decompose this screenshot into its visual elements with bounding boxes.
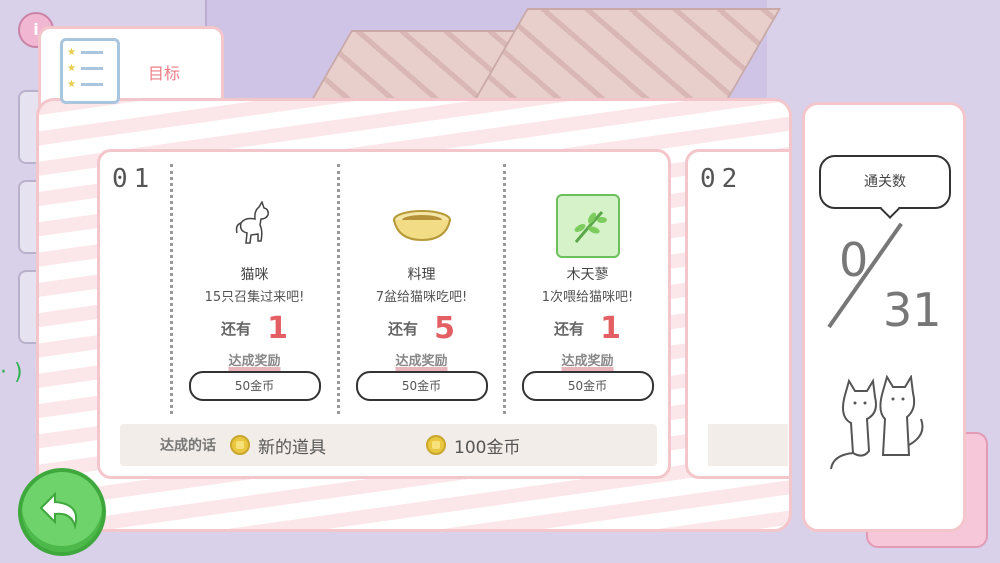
clear-count-total: 31 — [883, 283, 942, 337]
completion-bonus-bar: 达成的话 新的道具 100金币 — [120, 424, 657, 466]
item-name: 料理 — [407, 267, 436, 283]
remaining-count: 1 — [267, 311, 288, 346]
coin-icon — [230, 435, 250, 455]
reward-value: 50金币 — [521, 371, 654, 401]
food-bowl-icon — [390, 194, 454, 258]
reward-label: 达成奖励 — [395, 354, 448, 369]
reward-label: 达成奖励 — [561, 354, 614, 369]
background-decoration: · ) — [0, 360, 23, 385]
goal-card-02[interactable]: 02 — [685, 149, 789, 479]
remaining-label: 还有 — [388, 320, 419, 338]
goal-tab-title: 目标 — [148, 64, 181, 83]
bonus-item: 新的道具 — [258, 437, 326, 458]
completion-bonus-bar — [708, 424, 788, 466]
clear-count-panel: 通关数 0 31 — [802, 102, 966, 532]
goal-item: 料理 7盆给猫咪吃吧! 还有 5 达成奖励 50金币 — [339, 164, 504, 414]
goal-card-01: 01 猫咪 15只召集过来吧! 还有 1 达成奖励 50金币 料理 7盆给猫咪吃… — [97, 149, 671, 479]
goals-panel: 01 猫咪 15只召集过来吧! 还有 1 达成奖励 50金币 料理 7盆给猫咪吃… — [36, 98, 792, 532]
background-floor-tile — [472, 8, 782, 102]
clear-count-label: 通关数 — [819, 155, 951, 209]
item-name: 木天蓼 — [566, 267, 609, 283]
item-description: 7盆给猫咪吃吧! — [375, 290, 468, 305]
bonus-coins: 100金币 — [454, 437, 521, 458]
coin-icon — [426, 435, 446, 455]
checklist-icon: ★ ★ ★ — [60, 38, 120, 104]
reward-value: 50金币 — [355, 371, 488, 401]
goal-item: 木天蓼 1次喂给猫咪吧! 还有 1 达成奖励 50金币 — [505, 164, 670, 414]
goal-item: 猫咪 15只召集过来吧! 还有 1 达成奖励 50金币 — [172, 164, 337, 414]
remaining-label: 还有 — [221, 320, 252, 338]
item-description: 15只召集过来吧! — [204, 290, 305, 305]
bonus-label: 达成的话 — [160, 438, 216, 454]
card-number: 01 — [112, 164, 156, 194]
cats-illustration — [823, 374, 943, 479]
item-name: 猫咪 — [240, 267, 269, 283]
reward-value: 50金币 — [188, 371, 321, 401]
reward-label: 达成奖励 — [228, 354, 281, 369]
silvervine-icon — [555, 194, 620, 258]
remaining-count: 1 — [600, 311, 621, 346]
cat-icon — [223, 194, 287, 258]
remaining-count: 5 — [434, 311, 455, 346]
item-description: 1次喂给猫咪吧! — [541, 290, 634, 305]
card-number: 02 — [700, 164, 744, 194]
back-arrow-icon — [39, 491, 77, 530]
back-button[interactable] — [18, 468, 106, 556]
remaining-label: 还有 — [554, 320, 585, 338]
